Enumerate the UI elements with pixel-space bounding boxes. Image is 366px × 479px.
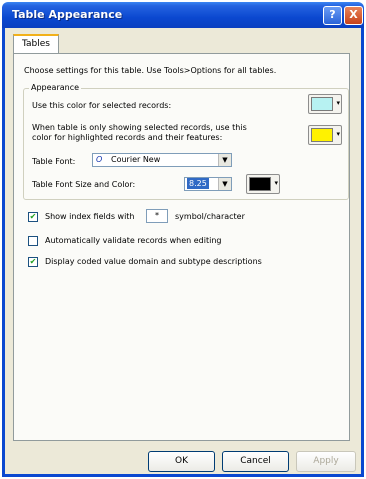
font-color-button[interactable]: ▾	[246, 174, 280, 194]
font-size-select[interactable]: 8.25 ▼	[184, 177, 232, 191]
highlight-color-label-line2: color for highlighted records and their …	[32, 133, 223, 142]
chevron-down-icon: ▾	[336, 99, 340, 107]
chevron-down-icon[interactable]: ▼	[218, 154, 231, 166]
selected-color-button[interactable]: ▾	[308, 94, 342, 114]
symbol-character-label: symbol/character	[175, 212, 245, 221]
font-select[interactable]: O Courier New ▼	[92, 153, 232, 167]
chevron-down-icon[interactable]: ▼	[218, 178, 231, 190]
cancel-button[interactable]: Cancel	[222, 451, 289, 472]
intro-text: Choose settings for this table. Use Tool…	[24, 66, 277, 75]
chevron-down-icon: ▾	[274, 179, 278, 187]
window-title: Table Appearance	[12, 8, 123, 21]
auto-validate-label: Automatically validate records when edit…	[45, 236, 222, 245]
size-color-label: Table Font Size and Color:	[32, 180, 136, 189]
font-icon: O	[96, 155, 103, 164]
close-button[interactable]: X	[344, 6, 363, 25]
coded-values-label: Display coded value domain and subtype d…	[45, 257, 262, 266]
apply-button[interactable]: Apply	[296, 451, 356, 472]
tab-tables[interactable]: Tables	[13, 34, 59, 54]
font-color-swatch	[249, 177, 271, 191]
check-icon: ✔	[29, 257, 37, 266]
index-symbol-input[interactable]: *	[146, 209, 168, 223]
auto-validate-checkbox[interactable]	[28, 236, 38, 246]
selected-color-label: Use this color for selected records:	[32, 101, 172, 110]
highlight-color-label-line1: When table is only showing selected reco…	[32, 123, 247, 132]
font-size-value: 8.25	[187, 178, 209, 189]
show-index-label: Show index fields with	[45, 212, 135, 221]
font-select-value: Courier New	[111, 155, 161, 164]
chevron-down-icon: ▾	[336, 130, 340, 138]
appearance-group-label: Appearance	[29, 83, 82, 92]
check-icon: ✔	[29, 212, 37, 221]
font-label: Table Font:	[32, 157, 76, 166]
selected-color-swatch	[311, 97, 333, 111]
title-bar: Table Appearance ? X	[2, 2, 364, 28]
highlight-color-swatch	[311, 128, 333, 142]
ok-button[interactable]: OK	[148, 451, 215, 472]
show-index-checkbox[interactable]: ✔	[28, 212, 38, 222]
coded-values-checkbox[interactable]: ✔	[28, 257, 38, 267]
help-button[interactable]: ?	[323, 6, 342, 25]
highlight-color-button[interactable]: ▾	[308, 125, 342, 145]
